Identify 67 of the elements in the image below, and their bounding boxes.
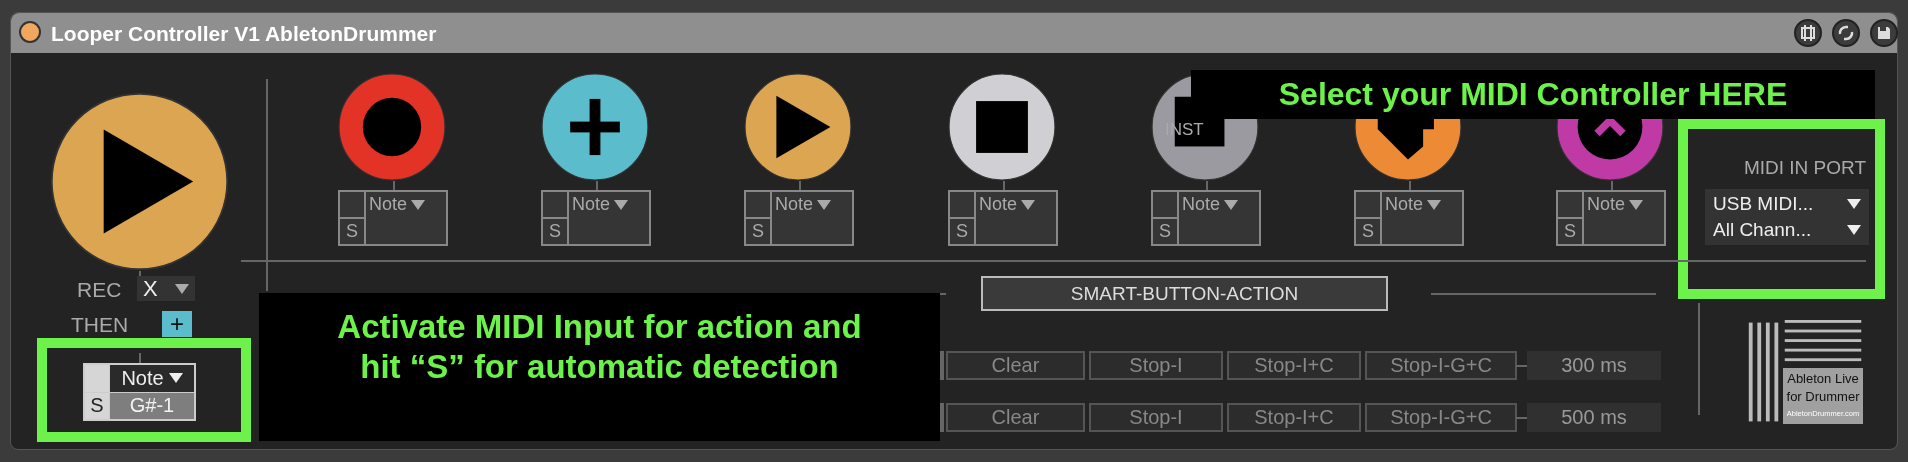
then-label: THEN xyxy=(71,313,129,337)
add-pad[interactable] xyxy=(541,73,649,181)
play-pad[interactable] xyxy=(50,92,229,271)
action-button[interactable]: Stop-I-G+C xyxy=(1365,403,1517,432)
record-pad[interactable] xyxy=(338,73,446,181)
action-button[interactable]: Stop-I xyxy=(1089,403,1223,432)
midi-learn-button[interactable]: S xyxy=(950,219,974,244)
midi-learn-toggle[interactable] xyxy=(1356,192,1380,217)
midi-learn-button[interactable]: S xyxy=(746,219,770,244)
toggle-square[interactable] xyxy=(940,351,944,380)
logo-title: Ableton Live xyxy=(1786,371,1860,386)
smart-button-action-button[interactable]: SMART-BUTTON-ACTION xyxy=(981,276,1388,311)
midi-learn-toggle[interactable] xyxy=(950,192,974,217)
swap-icon[interactable] xyxy=(1832,19,1860,47)
midi-learn-button[interactable]: S xyxy=(1356,219,1380,244)
action-button[interactable]: Stop-I-G+C xyxy=(1365,351,1517,380)
midi-type-dropdown[interactable]: Note xyxy=(1584,192,1664,217)
midi-in-label: MIDI IN PORT xyxy=(1742,157,1866,179)
midi-learn-toggle[interactable] xyxy=(1558,192,1582,217)
toggle-square[interactable] xyxy=(940,403,944,432)
note-field[interactable] xyxy=(1584,217,1664,244)
device-toggle[interactable] xyxy=(19,21,41,43)
stop-pad[interactable] xyxy=(948,73,1056,181)
note-field[interactable]: G#-1 xyxy=(110,392,194,419)
then-button[interactable]: + xyxy=(162,311,192,337)
midi-learn-button[interactable]: S xyxy=(340,219,364,244)
midi-type-dropdown[interactable]: Note xyxy=(569,192,649,217)
note-field[interactable] xyxy=(366,217,446,244)
midi-learn-toggle[interactable] xyxy=(340,192,364,217)
note-field[interactable] xyxy=(1179,217,1259,244)
annotation-tooltip: Activate MIDI Input for action and hit “S” for automatic detection xyxy=(259,293,940,441)
midi-learn-toggle[interactable] xyxy=(746,192,770,217)
action-button[interactable]: Stop-I xyxy=(1089,351,1223,380)
time-field[interactable]: 500 ms xyxy=(1527,403,1661,432)
midi-learn-button[interactable]: S xyxy=(1558,219,1582,244)
action-button[interactable]: Clear xyxy=(946,403,1085,432)
midi-learn-button[interactable]: S xyxy=(85,392,109,419)
note-field[interactable] xyxy=(772,217,852,244)
midi-learn-toggle[interactable] xyxy=(543,192,567,217)
midi-learn-toggle[interactable] xyxy=(1153,192,1177,217)
logo-subtitle: for Drummer xyxy=(1785,389,1861,404)
midi-type-dropdown[interactable]: Note xyxy=(366,192,446,217)
midi-port-dropdown[interactable]: USB MIDI... xyxy=(1713,191,1861,217)
rec-dropdown[interactable]: X xyxy=(137,276,195,301)
midi-type-dropdown[interactable]: Note xyxy=(1382,192,1462,217)
midi-learn-button[interactable]: S xyxy=(543,219,567,244)
note-field[interactable] xyxy=(976,217,1056,244)
midi-type-dropdown[interactable]: Note xyxy=(110,365,194,392)
action-button[interactable]: Clear xyxy=(946,351,1085,380)
lines-icon xyxy=(1783,320,1863,364)
fold-icon[interactable] xyxy=(1794,19,1822,47)
midi-type-dropdown[interactable]: Note xyxy=(976,192,1056,217)
midi-learn-toggle[interactable] xyxy=(85,365,109,392)
midi-type-dropdown[interactable]: Note xyxy=(1179,192,1259,217)
save-icon[interactable] xyxy=(1870,19,1898,47)
note-field[interactable] xyxy=(569,217,649,244)
action-button[interactable]: Stop-I+C xyxy=(1227,403,1361,432)
window-title: Looper Controller V1 AbletonDrummer xyxy=(51,22,437,46)
action-button[interactable]: Stop-I+C xyxy=(1227,351,1361,380)
midi-type-dropdown[interactable]: Note xyxy=(772,192,852,217)
midi-channel-dropdown[interactable]: All Chann... xyxy=(1713,217,1861,243)
play-pad[interactable] xyxy=(744,73,852,181)
note-field[interactable] xyxy=(1382,217,1462,244)
rec-label: REC xyxy=(77,278,122,302)
annotation-tooltip: Select your MIDI Controller HERE xyxy=(1191,70,1875,119)
time-field[interactable]: 300 ms xyxy=(1527,351,1661,380)
midi-learn-button[interactable]: S xyxy=(1153,219,1177,244)
